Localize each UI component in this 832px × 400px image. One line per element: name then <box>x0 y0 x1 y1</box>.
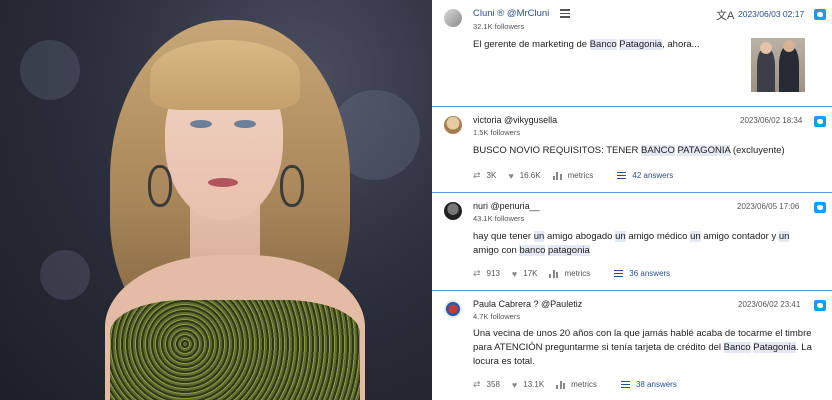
follower-count: 32.1K followers <box>473 22 525 31</box>
retweet-icon: ⇄ <box>473 268 481 278</box>
tweet-card[interactable]: Cluni ® @MrCluni 32.1K followers 文A 2023… <box>432 0 832 107</box>
avatar[interactable] <box>444 202 462 220</box>
tweet-feed: Cluni ® @MrCluni 32.1K followers 文A 2023… <box>432 0 832 400</box>
retweet-icon: ⇄ <box>473 170 481 180</box>
list-icon[interactable] <box>560 9 570 18</box>
follower-count: 4.7K followers <box>473 312 521 321</box>
like-count[interactable]: ♥ 16.6K <box>508 171 540 181</box>
retweet-count[interactable]: ⇄ 3K <box>473 170 496 181</box>
tweet-text: BUSCO NOVIO REQUISITOS: TENER BANCO PATA… <box>473 145 785 156</box>
metrics-link[interactable]: metrics <box>549 269 590 278</box>
author-handle[interactable]: Paula Cabrera ? @Pauletiz <box>473 299 582 309</box>
translate-icon[interactable]: 文A <box>716 7 734 23</box>
metrics-link[interactable]: metrics <box>552 171 593 180</box>
bar-chart-icon <box>556 380 566 389</box>
follower-count: 1.5K followers <box>473 128 521 137</box>
tweet-text: hay que tener un amigo abogado un amigo … <box>473 231 790 256</box>
heart-icon: ♥ <box>511 379 518 390</box>
tweet-metrics: ⇄ 358 ♥ 13.1K metrics 38 answers <box>473 379 677 390</box>
bar-chart-icon <box>552 171 562 180</box>
author-handle[interactable]: victoria @vikygusella <box>473 115 557 125</box>
tweet-image[interactable] <box>751 38 805 92</box>
heart-icon: ♥ <box>508 170 514 181</box>
avatar[interactable] <box>444 300 462 318</box>
author-handle[interactable]: Cluni ® @MrCluni <box>473 8 549 19</box>
retweet-icon: ⇄ <box>473 379 481 389</box>
avatar[interactable] <box>444 9 462 27</box>
answers-icon <box>614 268 624 279</box>
like-count[interactable]: ♥ 17K <box>512 269 538 279</box>
tweet-card[interactable]: nuri @penuria__ 43.1K followers 2023/06/… <box>432 194 832 291</box>
answers-icon <box>617 170 627 181</box>
metrics-link[interactable]: metrics <box>556 380 597 389</box>
twitter-bird-icon[interactable] <box>814 202 826 213</box>
tweet-date[interactable]: 2023/06/03 02:17 <box>738 9 804 19</box>
tweet-metrics: ⇄ 3K ♥ 16.6K metrics 42 answers <box>473 170 673 181</box>
answers-link[interactable]: 36 answers <box>614 268 670 279</box>
celebrity-photo <box>0 0 432 400</box>
tweet-date[interactable]: 2023/06/02 23:41 <box>738 300 800 309</box>
answers-link[interactable]: 38 answers <box>620 379 677 390</box>
tweet-date[interactable]: 2023/06/02 18:34 <box>740 116 802 125</box>
tweet-card[interactable]: victoria @vikygusella 1.5K followers 202… <box>432 108 832 193</box>
twitter-bird-icon[interactable] <box>814 116 826 127</box>
answers-link[interactable]: 42 answers <box>617 170 673 181</box>
heart-icon: ♥ <box>511 268 518 279</box>
author-handle[interactable]: nuri @penuria__ <box>473 201 540 211</box>
answers-icon <box>620 379 630 390</box>
bar-chart-icon <box>549 269 559 278</box>
retweet-count[interactable]: ⇄ 358 <box>473 379 500 390</box>
twitter-bird-icon[interactable] <box>814 9 826 20</box>
tweet-date[interactable]: 2023/06/05 17:06 <box>737 202 799 211</box>
avatar[interactable] <box>444 116 462 134</box>
twitter-bird-icon[interactable] <box>814 300 826 311</box>
retweet-count[interactable]: ⇄ 913 <box>473 268 500 279</box>
tweet-text: El gerente de marketing de Banco Patagon… <box>473 39 700 50</box>
follower-count: 43.1K followers <box>473 214 525 223</box>
tweet-metrics: ⇄ 913 ♥ 17K metrics 36 answers <box>473 268 670 279</box>
tweet-text: Una vecina de unos 20 años con la que ja… <box>473 328 812 367</box>
like-count[interactable]: ♥ 13.1K <box>512 380 544 390</box>
tweet-card[interactable]: Paula Cabrera ? @Pauletiz 4.7K followers… <box>432 292 832 400</box>
